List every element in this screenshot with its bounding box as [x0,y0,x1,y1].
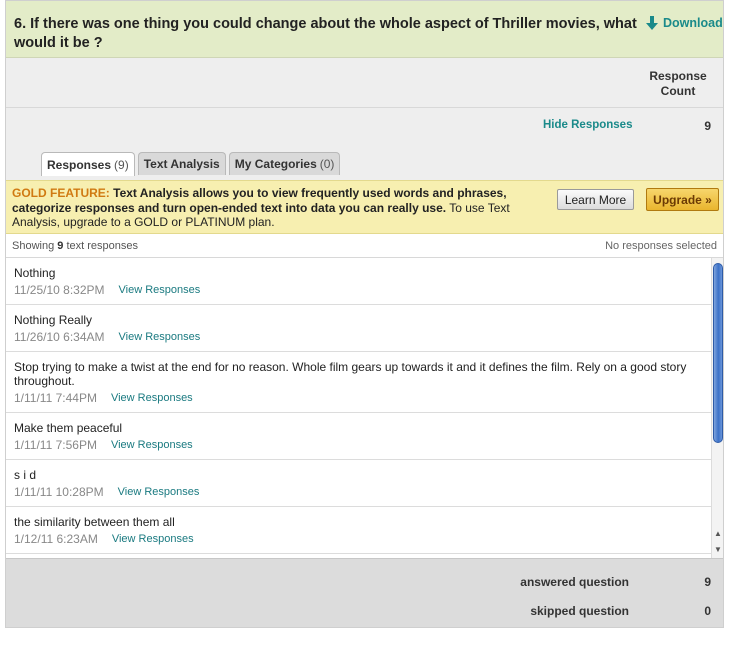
question-footer: answered question 9 skipped question 0 [6,558,723,627]
scroll-down-arrow-icon[interactable]: ▼ [712,543,724,556]
list-item: the similarity between them all 1/12/11 … [6,507,711,554]
list-item: Make them peaceful 1/11/11 7:56PM View R… [6,413,711,460]
view-responses-link[interactable]: View Responses [119,330,201,344]
skipped-label: skipped question [530,604,629,618]
showing-count: 9 [57,240,64,252]
response-date: 1/11/11 10:28PM [14,485,104,499]
response-count-header: Response Count [6,58,723,108]
gold-feature-label: GOLD FEATURE: [12,186,110,200]
showing-row: Showing 9 text responses No responses se… [6,234,723,258]
response-date: 11/25/10 8:32PM [14,283,105,297]
tab-label: My Categories [234,157,317,171]
view-responses-link[interactable]: View Responses [111,391,193,405]
download-link[interactable]: Download [646,15,723,31]
tab-count: (0) [319,157,335,171]
response-list-scrollbar[interactable]: ▲ ▼ [711,258,723,558]
gold-feature-banner: GOLD FEATURE: Text Analysis allows you t… [6,180,723,234]
response-text: s i d [14,468,37,482]
question-title: 6. If there was one thing you could chan… [14,16,637,51]
scroll-up-arrow-icon[interactable]: ▲ [712,527,724,540]
gold-feature-text: GOLD FEATURE: Text Analysis allows you t… [12,186,537,230]
hide-responses-link[interactable]: Hide Responses [543,119,632,131]
tab-my-categories[interactable]: My Categories (0) [228,152,341,175]
response-date: 1/11/11 7:44PM [14,391,97,405]
response-text: Make them peaceful [14,421,123,435]
skipped-value: 0 [704,604,711,618]
response-date: 1/12/11 6:23AM [14,532,98,546]
download-arrow-icon [646,15,658,31]
question-panel: 6. If there was one thing you could chan… [5,0,724,628]
tab-label: Text Analysis [143,157,220,171]
showing-prefix: Showing [12,240,55,252]
view-responses-link[interactable]: View Responses [111,438,193,452]
response-text: the similarity between them all [14,515,175,529]
response-text: Stop trying to make a twist at the end f… [14,360,687,388]
response-date: 11/26/10 6:34AM [14,330,105,344]
tab-label: Responses [47,157,112,172]
answered-row: answered question 9 [6,575,723,595]
list-item: Nothing Really 11/26/10 6:34AM View Resp… [6,305,711,352]
response-text: Nothing Really [14,313,93,327]
view-responses-link[interactable]: View Responses [119,283,201,297]
tab-count: (9) [114,157,129,172]
showing-summary: Showing 9 text responses [12,240,138,252]
list-item: s i d 1/11/11 10:28PM View Responses [6,460,711,507]
response-list: Nothing 11/25/10 8:32PM View Responses N… [6,258,711,558]
view-responses-link[interactable]: View Responses [112,532,194,546]
list-item: Nothing 11/25/10 8:32PM View Responses [6,258,711,305]
answered-value: 9 [704,575,711,589]
selection-status: No responses selected [605,240,717,252]
tab-text-analysis[interactable]: Text Analysis [137,152,226,175]
learn-more-button[interactable]: Learn More [557,189,634,210]
tab-responses[interactable]: Responses (9) [41,152,135,176]
response-tabs: Responses (9) Text Analysis My Categorie… [41,152,341,176]
response-text: Nothing [14,266,56,280]
skipped-row: skipped question 0 [6,604,723,624]
list-item: Stop trying to make a twist at the end f… [6,352,711,413]
download-label: Download [663,16,723,30]
question-header: 6. If there was one thing you could chan… [6,1,723,58]
showing-suffix: text responses [66,240,138,252]
response-count-value: 9 [704,119,711,133]
response-date: 1/11/11 7:56PM [14,438,97,452]
view-responses-link[interactable]: View Responses [118,485,200,499]
scrollbar-thumb[interactable] [713,263,723,443]
answered-label: answered question [520,575,629,589]
response-count-label: Response Count [649,69,707,98]
upgrade-button[interactable]: Upgrade » [646,188,719,211]
hide-responses-row: Hide Responses 9 Responses (9) Text Anal… [6,108,723,180]
